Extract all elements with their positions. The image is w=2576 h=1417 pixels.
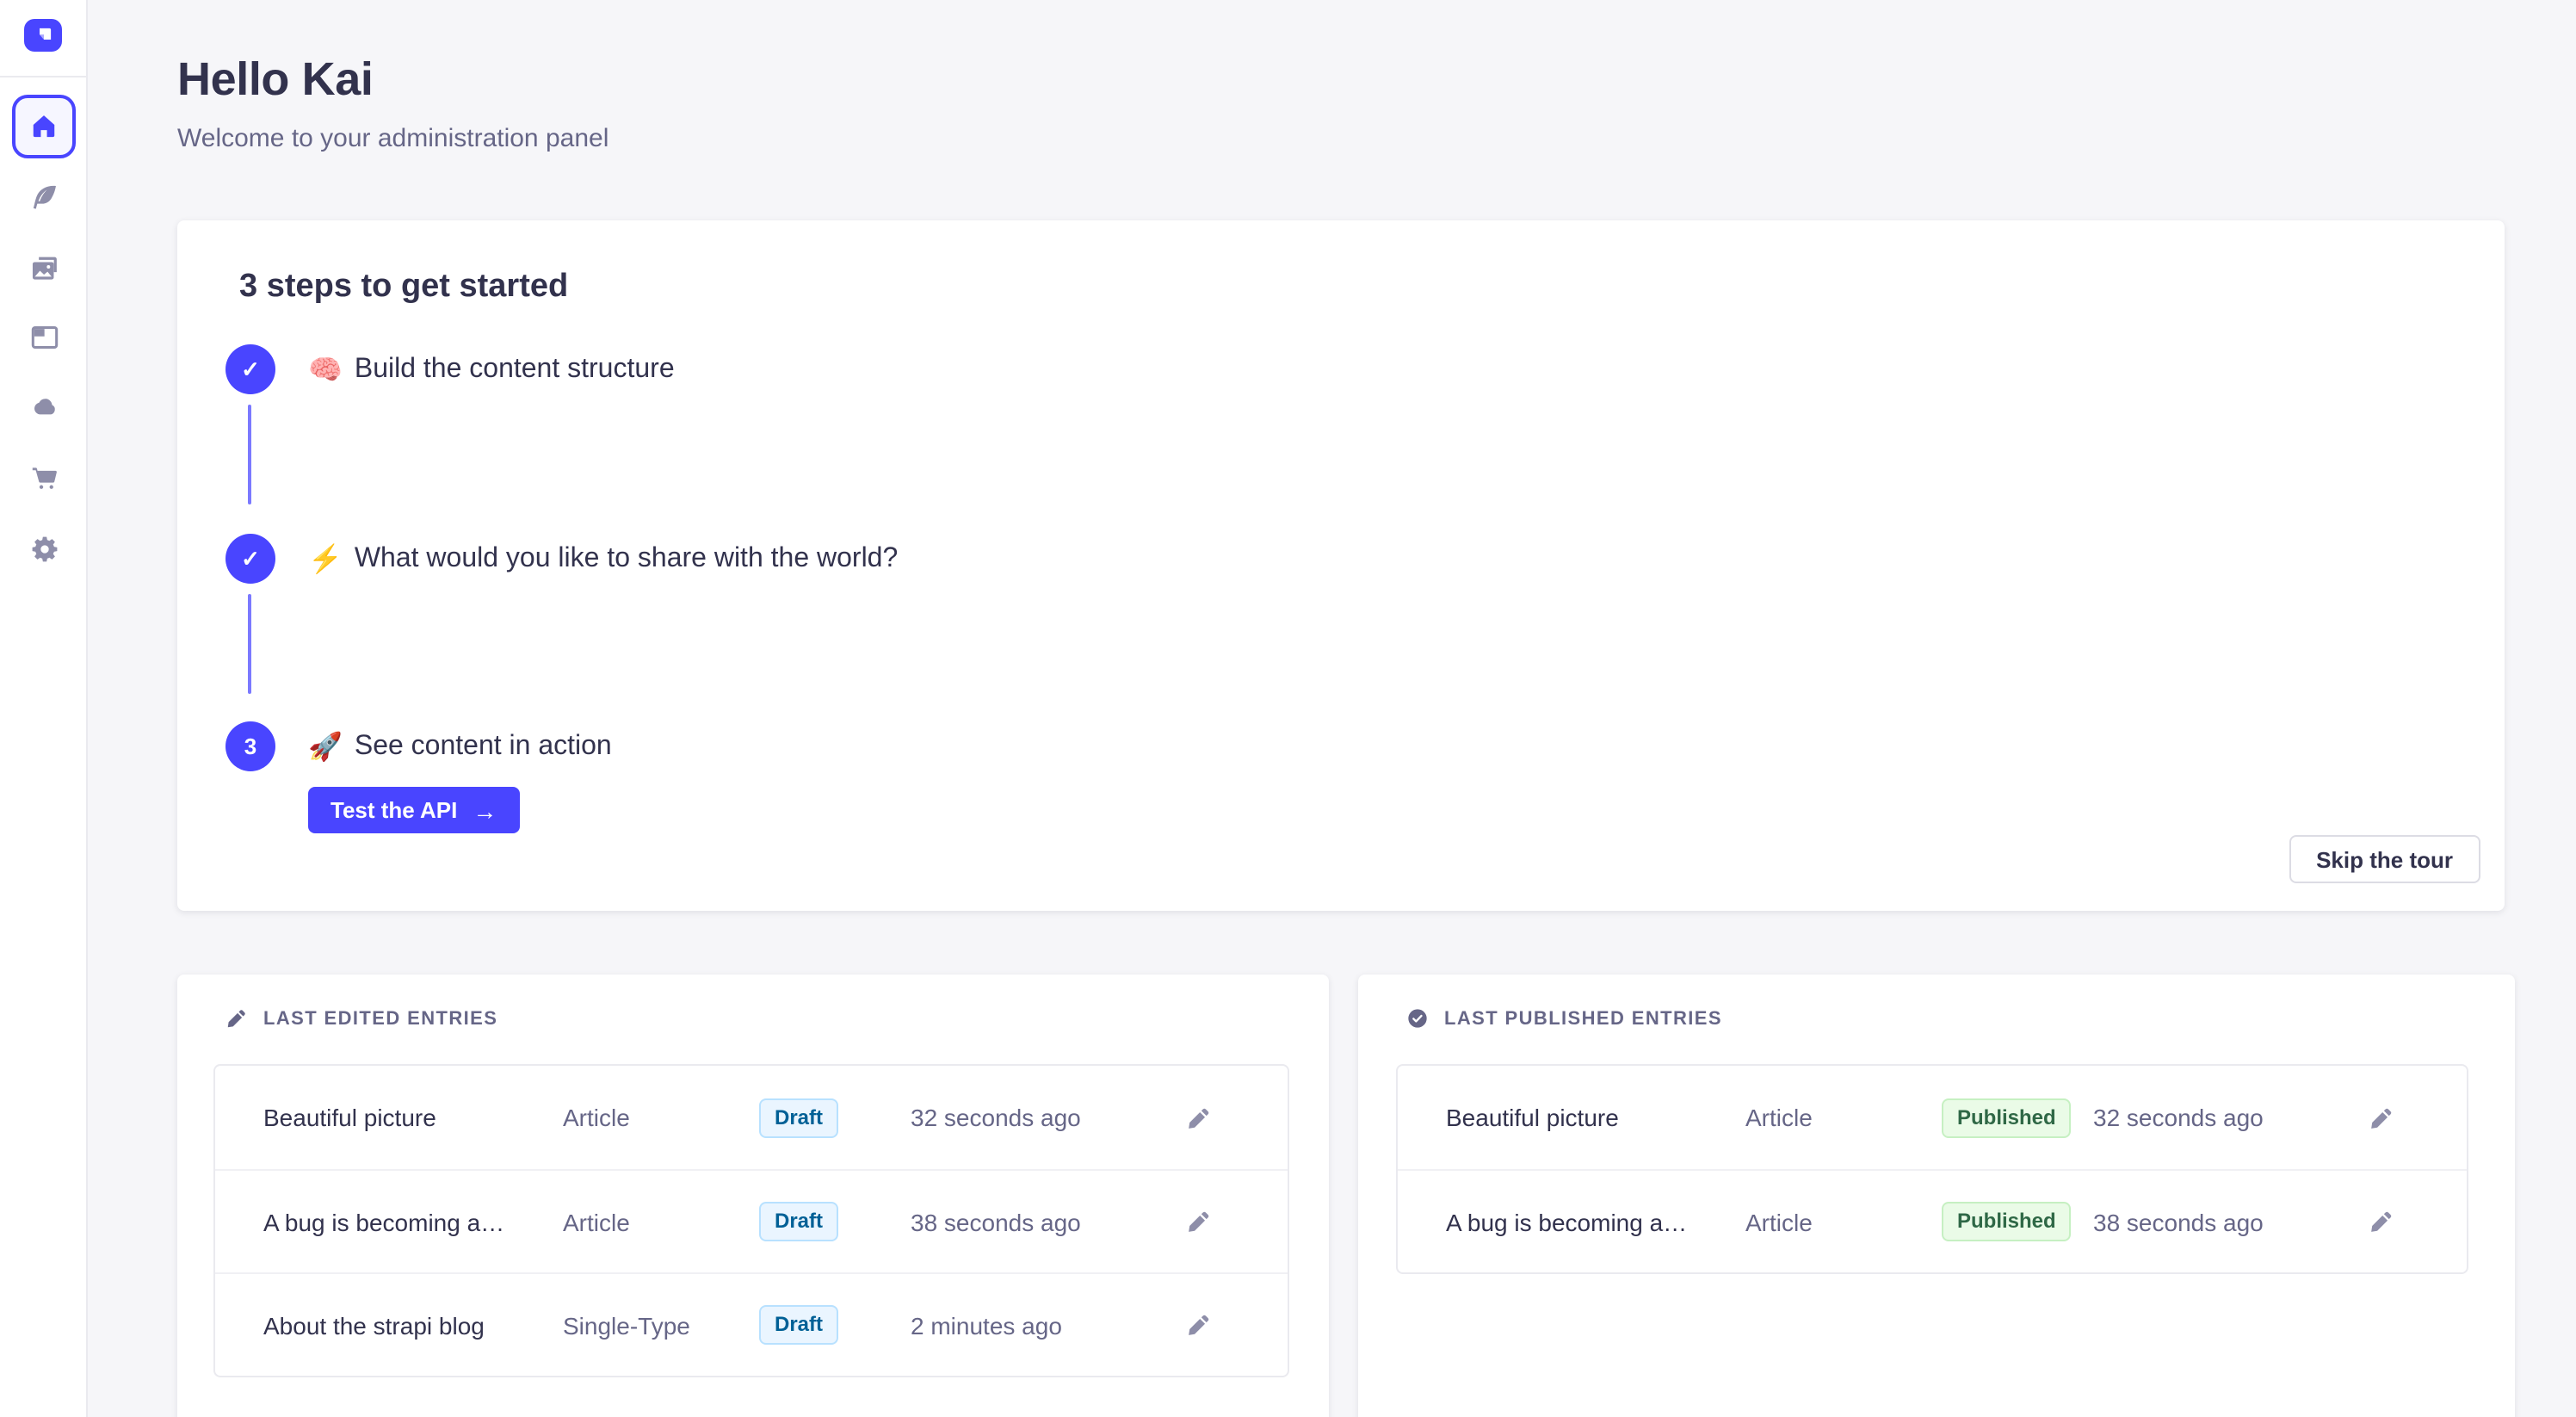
table-row[interactable]: A bug is becoming a… Article Draft 38 se… bbox=[215, 1169, 1288, 1272]
last-edited-entries-table: Beautiful picture Article Draft 32 secon… bbox=[213, 1064, 1289, 1377]
status-badge: Draft bbox=[759, 1098, 838, 1137]
step-connector-line bbox=[248, 594, 251, 694]
gear-icon bbox=[28, 533, 59, 564]
page-subtitle: Welcome to your administration panel bbox=[177, 124, 608, 153]
step-3-label: 🚀 See content in action bbox=[308, 721, 612, 771]
brain-emoji-icon: 🧠 bbox=[308, 352, 343, 387]
table-row[interactable]: About the strapi blog Single-Type Draft … bbox=[215, 1272, 1288, 1376]
step-1-status-circle: ✓ bbox=[225, 344, 275, 394]
step-2-label: ⚡ What would you like to share with the … bbox=[308, 534, 898, 584]
lightning-emoji-icon: ⚡ bbox=[308, 541, 343, 576]
step-3-status-circle: 3 bbox=[225, 721, 275, 771]
shopping-cart-icon bbox=[28, 462, 59, 493]
panel-title: LAST PUBLISHED ENTRIES bbox=[1444, 1008, 1722, 1029]
layout-icon bbox=[28, 321, 59, 352]
last-published-entries-header: LAST PUBLISHED ENTRIES bbox=[1406, 1007, 1722, 1030]
last-edited-entries-panel: LAST EDITED ENTRIES Beautiful picture Ar… bbox=[177, 975, 1329, 1417]
sidebar-item-content-manager[interactable] bbox=[12, 165, 76, 229]
edit-entry-button[interactable] bbox=[2365, 1205, 2398, 1238]
strapi-logo-button[interactable] bbox=[24, 19, 62, 52]
table-row[interactable]: A bug is becoming a… Article Published 3… bbox=[1398, 1169, 2467, 1272]
last-edited-entries-header: LAST EDITED ENTRIES bbox=[225, 1007, 497, 1030]
getting-started-title: 3 steps to get started bbox=[239, 269, 568, 306]
page-title: Hello Kai bbox=[177, 52, 373, 108]
status-badge: Published bbox=[1942, 1202, 2072, 1241]
pencil-icon bbox=[225, 1007, 248, 1030]
rocket-emoji-icon: 🚀 bbox=[308, 729, 343, 764]
feather-icon bbox=[28, 182, 59, 213]
step-connector-line bbox=[248, 405, 251, 504]
status-badge: Draft bbox=[759, 1202, 838, 1241]
skip-the-tour-button[interactable]: Skip the tour bbox=[2289, 835, 2480, 883]
check-mark: ✓ bbox=[241, 356, 260, 383]
home-icon bbox=[29, 112, 59, 141]
check-mark: ✓ bbox=[241, 545, 260, 572]
pictures-icon bbox=[28, 252, 59, 283]
strapi-logo-icon bbox=[30, 22, 56, 48]
test-the-api-button[interactable]: Test the API → bbox=[308, 787, 519, 833]
step-1-label: 🧠 Build the content structure bbox=[308, 344, 675, 394]
table-row[interactable]: Beautiful picture Article Draft 32 secon… bbox=[215, 1066, 1288, 1169]
panel-title: LAST EDITED ENTRIES bbox=[263, 1008, 497, 1029]
sidebar-item-settings[interactable] bbox=[12, 517, 76, 580]
main-navigation-sidebar bbox=[0, 0, 88, 1417]
edit-entry-button[interactable] bbox=[1183, 1309, 1215, 1341]
step-2-status-circle: ✓ bbox=[225, 534, 275, 584]
edit-entry-button[interactable] bbox=[1183, 1205, 1215, 1238]
status-badge: Draft bbox=[759, 1305, 838, 1345]
sidebar-item-content-type-builder[interactable] bbox=[12, 305, 76, 368]
step-number: 3 bbox=[244, 733, 256, 759]
check-circle-icon bbox=[1406, 1007, 1429, 1030]
cloud-icon bbox=[28, 391, 60, 424]
getting-started-card: 3 steps to get started ✓ 🧠 Build the con… bbox=[177, 220, 2505, 911]
strapi-admin-homepage: Hello Kai Welcome to your administration… bbox=[0, 0, 2576, 1417]
sidebar-item-media-library[interactable] bbox=[12, 236, 76, 300]
last-published-entries-table: Beautiful picture Article Published 32 s… bbox=[1396, 1064, 2468, 1274]
edit-entry-button[interactable] bbox=[1183, 1101, 1215, 1134]
sidebar-item-marketplace[interactable] bbox=[12, 446, 76, 510]
sidebar-item-cloud[interactable] bbox=[12, 375, 76, 439]
sidebar-divider bbox=[0, 76, 88, 77]
edit-entry-button[interactable] bbox=[2365, 1101, 2398, 1134]
table-row[interactable]: Beautiful picture Article Published 32 s… bbox=[1398, 1066, 2467, 1169]
arrow-right-icon: → bbox=[473, 796, 497, 824]
status-badge: Published bbox=[1942, 1098, 2072, 1137]
sidebar-item-home[interactable] bbox=[12, 95, 76, 158]
last-published-entries-panel: LAST PUBLISHED ENTRIES Beautiful picture… bbox=[1358, 975, 2515, 1417]
